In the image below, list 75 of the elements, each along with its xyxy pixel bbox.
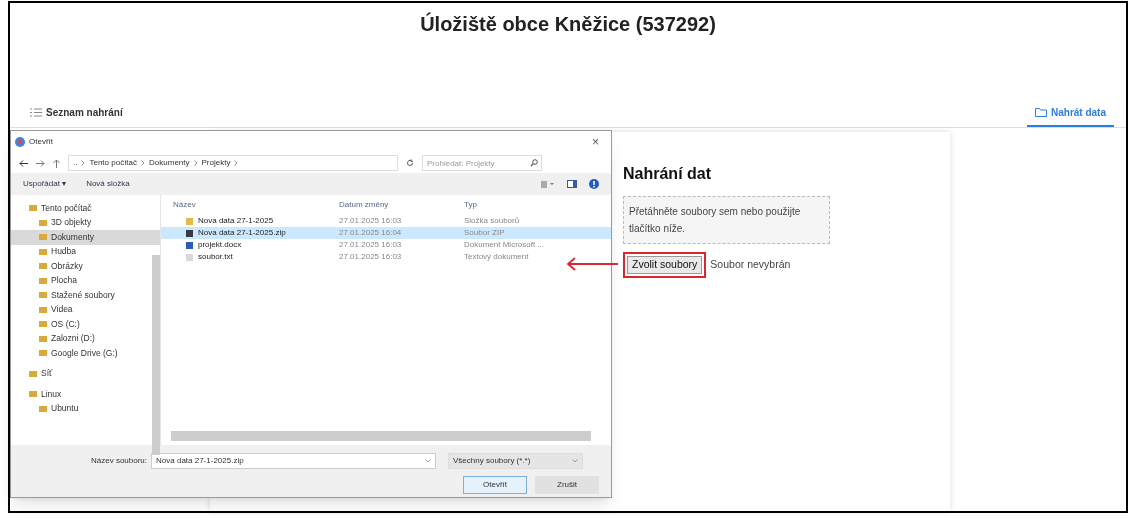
tree-item[interactable]: Obrázky xyxy=(11,259,160,274)
close-button[interactable]: × xyxy=(592,136,599,148)
choose-files-button[interactable]: Zvolit soubory xyxy=(627,256,703,274)
horizontal-scrollbar[interactable] xyxy=(171,431,591,441)
column-header[interactable]: Název xyxy=(161,199,331,211)
forward-icon[interactable] xyxy=(36,159,45,167)
dropdown-icon xyxy=(425,459,432,463)
tab[interactable]: Nahrát data xyxy=(1027,99,1114,127)
file-row[interactable]: projekt.docx 27.01.2025 16:03 Dokument Microsoft ... xyxy=(161,239,611,251)
list-icon xyxy=(30,107,42,117)
file-row[interactable]: Nova data 27-1-2025 27.01.2025 16:03 Složka souborů xyxy=(161,215,611,227)
section-heading: Nahrání dat xyxy=(623,164,712,184)
tree-item[interactable]: Linux xyxy=(11,387,160,402)
page-title: Úložiště obce Kněžice (537292) xyxy=(419,11,717,37)
file-row[interactable]: soubor.txt 27.01.2025 16:03 Textový dokument xyxy=(161,251,611,263)
tree-item[interactable]: OS (C:) xyxy=(11,317,160,332)
drop-zone[interactable]: Přetáhněte soubory sem nebo použijte tlačítko níže. xyxy=(623,196,830,244)
back-icon[interactable] xyxy=(19,159,28,167)
file-date: 27.01.2025 16:03 xyxy=(338,215,403,227)
file-type: Textový dokument xyxy=(463,251,530,263)
text-file-icon xyxy=(185,252,194,262)
dialog-title: Otevřít xyxy=(29,136,53,148)
document-icon xyxy=(185,240,194,250)
archive-icon xyxy=(185,228,194,238)
up-icon[interactable] xyxy=(53,158,60,168)
scrollbar[interactable] xyxy=(152,255,160,455)
chevron-icon xyxy=(141,160,146,166)
file-name: Nova data 27-1-2025.zip xyxy=(198,227,286,239)
tab[interactable]: Seznam nahrání xyxy=(22,99,131,127)
tree-item[interactable]: Hudba xyxy=(11,244,160,259)
folder-icon xyxy=(1035,107,1047,117)
column-header[interactable]: Datum změny xyxy=(331,199,456,211)
file-row[interactable]: Nova data 27-1-2025.zip 27.01.2025 16:04 Soubor ZIP xyxy=(161,227,611,239)
filter-dropdown[interactable]: Všechny soubory (*.*) xyxy=(448,453,584,469)
help-icon[interactable] xyxy=(589,179,599,189)
file-type: Složka souborů xyxy=(463,215,521,227)
file-name: projekt.docx xyxy=(198,239,242,251)
tree-item[interactable]: Plocha xyxy=(11,273,160,288)
folder-icon xyxy=(185,216,194,226)
preview-pane-icon[interactable] xyxy=(567,180,577,188)
file-type: Dokument Microsoft ... xyxy=(463,239,546,251)
dropdown-icon xyxy=(572,459,579,463)
chevron-icon xyxy=(193,160,198,166)
tree-item[interactable]: Videa xyxy=(11,302,160,317)
dialog-button[interactable]: Zrušit xyxy=(535,476,599,494)
file-date: 27.01.2025 16:04 xyxy=(338,227,403,239)
folder-icon xyxy=(29,369,37,378)
file-date: 27.01.2025 16:03 xyxy=(338,251,403,263)
tree-item[interactable]: Google Drive (G:) xyxy=(11,346,160,361)
search-icon xyxy=(530,159,538,167)
column-header[interactable]: Typ xyxy=(456,199,546,211)
chevron-icon xyxy=(234,160,239,166)
file-status: Soubor nevybrán xyxy=(710,257,791,273)
address-bar[interactable]: .. Tento počítač Dokumenty Projekty xyxy=(68,155,398,171)
field-label: Název souboru: xyxy=(91,455,148,467)
filename-field[interactable]: Nova data 27-1-2025.zip xyxy=(151,453,437,469)
search-field[interactable]: Prohledat: Projekty xyxy=(422,155,542,171)
refresh-icon[interactable] xyxy=(406,159,414,167)
file-date: 27.01.2025 16:03 xyxy=(338,239,403,251)
arrow-annotation xyxy=(566,257,618,271)
tree-item[interactable]: Síť xyxy=(11,366,160,381)
dialog-button[interactable]: Otevřít xyxy=(463,476,527,494)
toolbar-button[interactable]: Uspořádat ▾ xyxy=(23,178,67,190)
tree-item[interactable]: Ubuntu xyxy=(11,401,160,416)
file-name: Nova data 27-1-2025 xyxy=(198,215,274,227)
tree-item[interactable]: Tento počítač xyxy=(11,201,160,216)
app-icon xyxy=(15,137,25,147)
file-name: soubor.txt xyxy=(198,251,233,263)
tree-item[interactable]: Zalozni (D:) xyxy=(11,331,160,346)
tree-item[interactable]: 3D objekty xyxy=(11,215,160,230)
toolbar-button[interactable]: Nová složka xyxy=(86,178,130,190)
tree-item[interactable]: Dokumenty xyxy=(11,230,160,245)
file-type: Soubor ZIP xyxy=(463,227,506,239)
tree-item[interactable]: Stažené soubory xyxy=(11,288,160,303)
chevron-icon xyxy=(81,160,86,166)
